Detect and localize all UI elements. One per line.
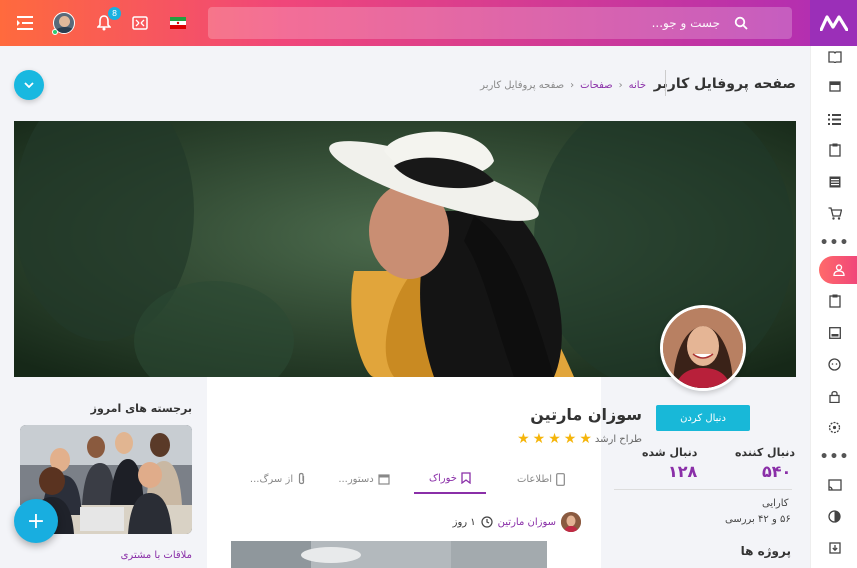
highlights-title: برجسته های امروز: [90, 402, 192, 415]
projects-heading: پروژه ها: [740, 544, 791, 558]
breadcrumb: خانه ‹ صفحات ‹ صفحه پروفایل کاربر: [480, 80, 646, 91]
book-icon: [827, 51, 842, 63]
star-icon: ★: [548, 431, 561, 447]
sidebar: ••• •••: [810, 46, 857, 568]
tab-info[interactable]: اطلاعات: [500, 464, 582, 494]
tab-attachments-label: از سرگ...: [249, 473, 294, 485]
cart-icon: [828, 206, 842, 220]
star-icon: ★: [579, 431, 592, 447]
profile-role: طراح ارشد ★ ★ ★ ★ ★: [517, 431, 642, 447]
paperclip-icon: [298, 472, 305, 485]
page-title: صفحه پروفایل کاربر: [653, 76, 796, 92]
efficiency-label: کارایی: [762, 498, 789, 509]
star-icon: ★: [563, 431, 577, 447]
lock-icon: [829, 390, 840, 403]
header-dropdown-button[interactable]: [14, 70, 44, 100]
tab-instructions[interactable]: دستور...: [328, 464, 400, 494]
header-divider: [665, 70, 666, 96]
calendar-icon: [378, 474, 390, 485]
breadcrumb-current: صفحه پروفایل کاربر: [480, 80, 565, 91]
bookmark-icon: [461, 472, 471, 484]
search-bar[interactable]: [208, 7, 792, 39]
following-label: دنبال شده: [642, 446, 698, 459]
menu-toggle-icon[interactable]: [14, 12, 36, 34]
fullscreen-icon[interactable]: [129, 12, 151, 34]
breadcrumb-separator: ‹: [570, 80, 575, 91]
chevron-down-icon: [24, 82, 34, 88]
sidebar-item-face[interactable]: [811, 353, 857, 375]
search-input[interactable]: [208, 16, 728, 30]
notification-badge: 8: [108, 7, 121, 20]
profile-avatar: [660, 305, 746, 391]
breadcrumb-home[interactable]: خانه: [629, 80, 646, 91]
post-author-avatar: [561, 512, 581, 532]
search-icon: [734, 16, 748, 30]
sidebar-item-profile[interactable]: [819, 256, 857, 284]
post-author-name[interactable]: سوزان مارتین: [498, 517, 556, 528]
sidebar-more-icon-2[interactable]: •••: [811, 446, 857, 468]
image-icon: [828, 327, 841, 339]
profile-tabs: اطلاعات خوراک دستور... از سرگ...: [230, 464, 582, 494]
follow-button[interactable]: دنبال کردن: [656, 405, 750, 431]
tab-attachments[interactable]: از سرگ...: [242, 464, 314, 494]
post-time: ۱ روز: [452, 516, 476, 528]
phone-icon: [556, 472, 565, 486]
plus-icon: +: [26, 508, 46, 534]
star-icon: ★: [532, 431, 546, 447]
contrast-icon: [828, 509, 841, 523]
tab-feed[interactable]: خوراک: [414, 464, 486, 494]
clipboard-icon: [828, 143, 841, 157]
clock-icon: [481, 516, 493, 528]
user-icon: [832, 264, 845, 276]
language-flag-icon[interactable]: [167, 12, 189, 34]
download-icon: [828, 541, 841, 554]
sidebar-item-cast[interactable]: [811, 474, 857, 496]
highlights-link[interactable]: ملاقات با مشتری: [20, 550, 192, 561]
sidebar-item-lock[interactable]: [811, 385, 857, 407]
document-icon: [829, 176, 840, 188]
post-author: سوزان مارتین ۱ روز: [453, 512, 581, 532]
followers-label: دنبال کننده: [735, 446, 795, 459]
sidebar-item-clipboard[interactable]: [811, 139, 857, 161]
sidebar-more-icon[interactable]: •••: [811, 232, 857, 254]
user-avatar[interactable]: [52, 11, 76, 35]
sidebar-item-image[interactable]: [811, 322, 857, 344]
sidebar-item-settings[interactable]: [811, 416, 857, 438]
brand-logo[interactable]: [810, 0, 857, 46]
calendar-icon: [828, 81, 841, 92]
sidebar-item-download[interactable]: [811, 536, 857, 558]
page-header: صفحه پروفایل کاربر خانه ‹ صفحات ‹ صفحه پ…: [14, 66, 796, 104]
face-icon: [828, 357, 841, 371]
tab-info-label: اطلاعات: [516, 473, 553, 485]
sidebar-item-list[interactable]: [811, 108, 857, 130]
cast-icon: [827, 479, 842, 491]
star-icon: ★: [517, 431, 530, 447]
sidebar-item-calendar[interactable]: [811, 75, 857, 97]
tab-instructions-label: دستور...: [338, 473, 374, 485]
sidebar-item-cart[interactable]: [811, 202, 857, 224]
sidebar-item-book[interactable]: [811, 46, 857, 68]
profile-name: سوزان مارتین: [530, 405, 642, 424]
logo-icon: [819, 15, 848, 31]
following-value: ۱۲۸: [668, 462, 698, 481]
gear-icon: [828, 421, 841, 433]
notification-bell[interactable]: 8: [93, 7, 121, 34]
breadcrumb-separator: ‹: [618, 80, 623, 91]
sidebar-item-contrast[interactable]: [811, 505, 857, 527]
tab-feed-label: خوراک: [429, 472, 457, 484]
list-icon: [828, 113, 841, 125]
efficiency-value: ۵۶ و ۴۲ بررسی: [725, 514, 791, 525]
add-button[interactable]: +: [14, 499, 58, 543]
breadcrumb-pages[interactable]: صفحات: [580, 80, 612, 91]
followers-value: ۵۴۰: [762, 462, 792, 481]
clipboard-icon: [828, 294, 841, 308]
sidebar-item-clipboard-2[interactable]: [811, 290, 857, 312]
role-text: طراح ارشد: [594, 433, 642, 445]
stats-divider: [614, 489, 792, 490]
post-image: [231, 541, 547, 568]
sidebar-item-document[interactable]: [811, 171, 857, 193]
